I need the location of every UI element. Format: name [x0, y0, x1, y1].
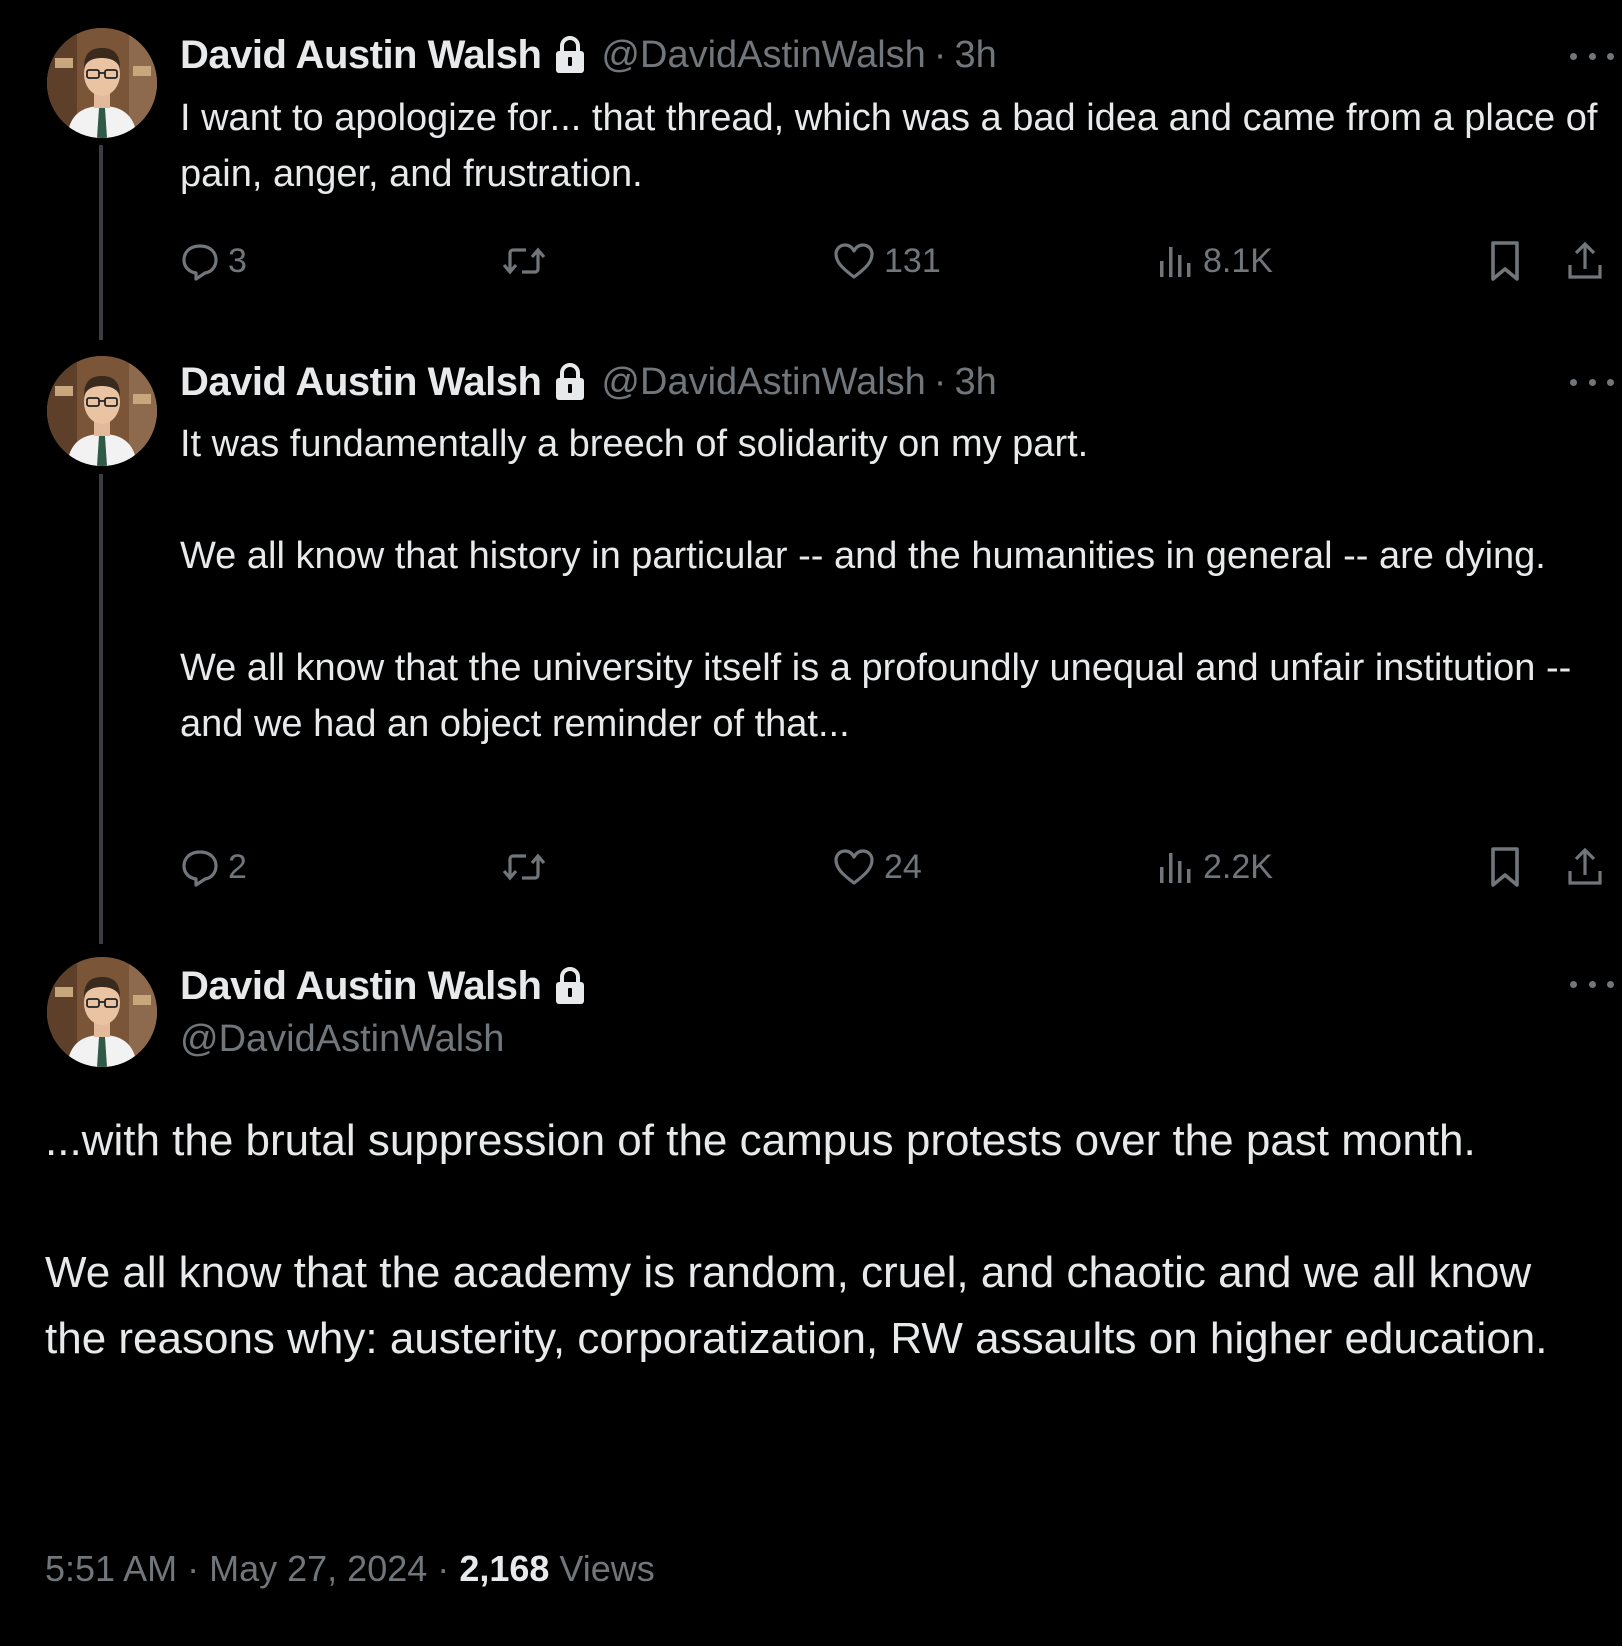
views-icon — [1155, 847, 1195, 887]
retweet-icon — [500, 847, 548, 887]
tweet-paragraph: We all know that the academy is random, … — [45, 1248, 1548, 1363]
tweet-paragraph: ...with the brutal suppression of the ca… — [45, 1116, 1476, 1165]
bookmark-icon — [1485, 239, 1525, 283]
action-bar: 3 131 8.1K — [180, 236, 1610, 286]
view-count: 8.1K — [1203, 241, 1273, 280]
separator-dot: · — [187, 1548, 200, 1589]
post-time[interactable]: 5:51 AM — [45, 1548, 177, 1589]
bookmark-button[interactable] — [1485, 236, 1533, 286]
reply-button[interactable]: 3 — [180, 236, 247, 286]
separator-dot: · — [933, 33, 947, 76]
share-button[interactable] — [1565, 236, 1613, 286]
action-bar: 2 24 2.2K — [180, 842, 1610, 892]
more-icon[interactable] — [1570, 974, 1614, 994]
tweet-header: David Austin Walsh @DavidAstinWalsh · 3h — [180, 30, 997, 80]
reply-button[interactable]: 2 — [180, 842, 247, 892]
views-label: Views — [559, 1548, 655, 1589]
lock-icon — [553, 35, 587, 75]
share-icon — [1565, 239, 1605, 283]
separator-dot: · — [437, 1548, 450, 1589]
like-count: 24 — [884, 847, 922, 886]
bookmark-icon — [1485, 845, 1525, 889]
retweet-icon — [500, 241, 548, 281]
lock-icon — [553, 966, 587, 1006]
avatar[interactable] — [47, 28, 157, 138]
reply-count: 2 — [228, 847, 247, 886]
tweet-meta: 5:51 AM · May 27, 2024 · 2,168 Views — [45, 1548, 655, 1590]
retweet-button[interactable] — [500, 236, 556, 286]
views-button[interactable]: 2.2K — [1155, 842, 1273, 892]
retweet-button[interactable] — [500, 842, 556, 892]
views-count[interactable]: 2,168 — [459, 1548, 549, 1589]
tweet-text: I want to apologize for... that thread, … — [180, 90, 1610, 202]
share-button[interactable] — [1565, 842, 1613, 892]
post-date[interactable]: May 27, 2024 — [209, 1548, 427, 1589]
tweet-paragraph: I want to apologize for... that thread, … — [180, 97, 1598, 195]
heart-icon — [832, 241, 876, 281]
reply-icon — [180, 241, 220, 281]
author-handle[interactable]: @DavidAstinWalsh — [601, 34, 925, 77]
reply-count: 3 — [228, 241, 247, 280]
like-count: 131 — [884, 241, 941, 280]
lock-icon — [553, 362, 587, 402]
tweet-text: ...with the brutal suppression of the ca… — [45, 1108, 1602, 1372]
tweet-text: It was fundamentally a breech of solidar… — [180, 416, 1610, 752]
avatar[interactable] — [47, 356, 157, 466]
thread-connector-line — [99, 474, 103, 944]
tweet-paragraph: It was fundamentally a breech of solidar… — [180, 423, 1089, 465]
tweet-time[interactable]: 3h — [954, 34, 996, 77]
author-handle[interactable]: @DavidAstinWalsh — [180, 1018, 504, 1061]
tweet-paragraph: We all know that the university itself i… — [180, 647, 1572, 745]
tweet-time[interactable]: 3h — [954, 361, 996, 404]
author-name[interactable]: David Austin Walsh — [180, 964, 542, 1009]
share-icon — [1565, 845, 1605, 889]
reply-icon — [180, 847, 220, 887]
tweet-header: David Austin Walsh — [180, 961, 601, 1011]
tweet-header: David Austin Walsh @DavidAstinWalsh · 3h — [180, 357, 997, 407]
avatar[interactable] — [47, 957, 157, 1067]
author-name[interactable]: David Austin Walsh — [180, 360, 542, 405]
more-icon[interactable] — [1570, 46, 1614, 66]
view-count: 2.2K — [1203, 847, 1273, 886]
thread-connector-line — [99, 145, 103, 340]
bookmark-button[interactable] — [1485, 842, 1533, 892]
views-button[interactable]: 8.1K — [1155, 236, 1273, 286]
like-button[interactable]: 24 — [832, 842, 922, 892]
separator-dot: · — [933, 360, 947, 403]
tweet-paragraph: We all know that history in particular -… — [180, 535, 1546, 577]
like-button[interactable]: 131 — [832, 236, 941, 286]
more-icon[interactable] — [1570, 372, 1614, 392]
author-name[interactable]: David Austin Walsh — [180, 33, 542, 78]
heart-icon — [832, 847, 876, 887]
views-icon — [1155, 241, 1195, 281]
author-handle[interactable]: @DavidAstinWalsh — [601, 361, 925, 404]
